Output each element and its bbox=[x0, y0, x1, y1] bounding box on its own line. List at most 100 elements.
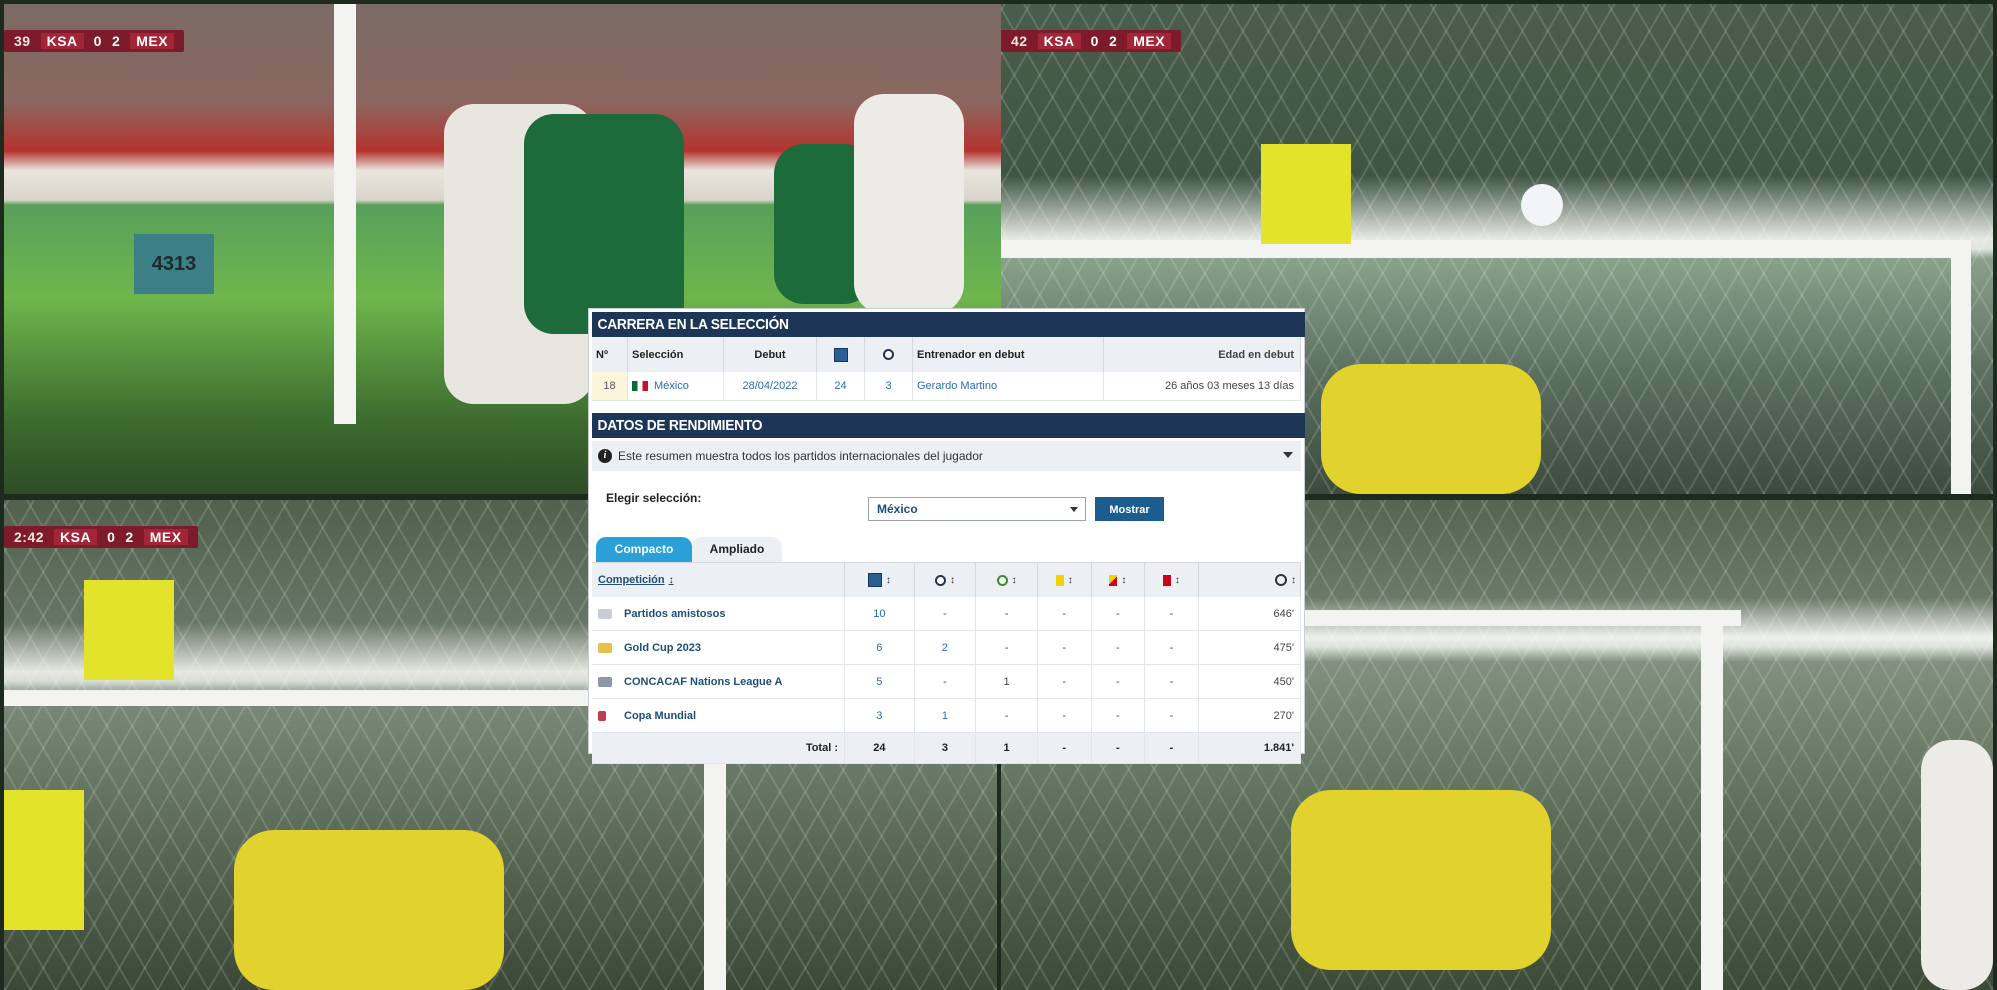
ball bbox=[1521, 184, 1563, 226]
world-cup-icon bbox=[598, 710, 606, 721]
team-select-value: México bbox=[877, 502, 918, 516]
red-cell: - bbox=[1144, 630, 1199, 665]
sort-icon: ↕ bbox=[1067, 575, 1073, 586]
total-matches: 24 bbox=[844, 732, 915, 764]
steward: 4313 bbox=[134, 234, 214, 294]
career-team-name: México bbox=[654, 380, 689, 392]
matches-cell[interactable]: 5 bbox=[844, 664, 915, 699]
career-team-link[interactable]: México bbox=[627, 372, 724, 401]
goals-cell[interactable]: 2 bbox=[914, 630, 977, 665]
team-select[interactable]: México bbox=[868, 497, 1086, 521]
steward bbox=[1261, 144, 1351, 244]
career-coach-link[interactable]: Gerardo Martino bbox=[912, 372, 1104, 401]
matches-cell[interactable]: 6 bbox=[844, 630, 915, 665]
minutes-cell: 270' bbox=[1198, 698, 1302, 733]
away-score: 2 bbox=[1108, 33, 1118, 49]
total-row: Total : 24 3 1 - - - 1.841' bbox=[592, 732, 1302, 764]
mexico-player bbox=[524, 114, 684, 334]
away-score: 2 bbox=[111, 33, 121, 49]
minutes-cell: 646' bbox=[1198, 597, 1302, 631]
show-button[interactable]: Mostrar bbox=[1095, 497, 1164, 521]
goals-icon bbox=[883, 349, 894, 361]
col-assists-sort[interactable]: ↕ bbox=[975, 563, 1038, 597]
match-time: 42 bbox=[1011, 33, 1028, 49]
total-goals: 3 bbox=[914, 732, 977, 764]
second-yellow-cell: - bbox=[1091, 597, 1146, 631]
crossbar bbox=[1001, 240, 1971, 258]
goals-cell: - bbox=[914, 597, 977, 631]
yellow-cell: - bbox=[1037, 664, 1092, 699]
yellow-cell: - bbox=[1037, 698, 1092, 733]
away-team: MEX bbox=[143, 529, 188, 545]
performance-info-text: Este resumen muestra todos los partidos … bbox=[618, 449, 983, 463]
yellow-cell: - bbox=[1037, 597, 1092, 631]
goal-post bbox=[334, 4, 356, 424]
competition-link[interactable]: Gold Cup 2023 bbox=[592, 630, 845, 665]
competition-link[interactable]: CONCACAF Nations League A bbox=[592, 664, 845, 699]
total-assists: 1 bbox=[975, 732, 1038, 764]
competition-link[interactable]: Partidos amistosos bbox=[592, 597, 845, 631]
crossbar bbox=[1301, 610, 1741, 626]
col-goals bbox=[864, 337, 913, 372]
col-number: Nº bbox=[592, 337, 628, 372]
col-matches-sort[interactable]: ↕ bbox=[844, 563, 915, 597]
goals-cell[interactable]: 1 bbox=[914, 698, 977, 733]
competition-link[interactable]: Copa Mundial bbox=[592, 698, 845, 733]
steward bbox=[84, 580, 174, 680]
competition-name: Gold Cup 2023 bbox=[624, 641, 702, 654]
table-row: Copa Mundial 3 1 - - - - 270' bbox=[592, 698, 1302, 733]
col-yellow-sort[interactable]: ↕ bbox=[1037, 563, 1092, 597]
goalkeeper bbox=[234, 830, 504, 990]
performance-info-bar[interactable]: i Este resumen muestra todos los partido… bbox=[592, 441, 1301, 471]
home-team: KSA bbox=[54, 529, 98, 545]
gold-cup-icon bbox=[598, 642, 612, 653]
yellow-cell: - bbox=[1037, 630, 1092, 665]
col-competition[interactable]: Competición ↕ bbox=[592, 563, 845, 597]
steward bbox=[4, 790, 84, 930]
matches-cell[interactable]: 10 bbox=[844, 597, 915, 631]
minutes-cell: 475' bbox=[1198, 630, 1302, 665]
career-matches[interactable]: 24 bbox=[816, 372, 865, 401]
total-second-yellow: - bbox=[1091, 732, 1146, 764]
sort-icon: ↕ bbox=[1291, 574, 1296, 586]
career-debut-link[interactable]: 28/04/2022 bbox=[723, 372, 817, 401]
home-score: 0 bbox=[93, 33, 102, 49]
second-yellow-card-icon bbox=[1109, 574, 1118, 586]
total-red: - bbox=[1144, 732, 1199, 764]
career-age: 26 años 03 meses 13 días bbox=[1103, 372, 1301, 401]
career-row: 18 México 28/04/2022 24 3 Gerardo Martin… bbox=[592, 372, 1301, 401]
col-age: Edad en debut bbox=[1103, 337, 1301, 372]
assists-cell: - bbox=[975, 597, 1038, 631]
goal-post bbox=[1701, 610, 1723, 990]
sort-icon: ↕ bbox=[885, 574, 891, 586]
col-second-yellow-sort[interactable]: ↕ bbox=[1091, 563, 1146, 597]
career-goals[interactable]: 3 bbox=[864, 372, 913, 401]
match-time: 39 bbox=[14, 33, 31, 49]
stadium-marking: 4313 bbox=[151, 253, 197, 275]
caret-down-icon[interactable] bbox=[1283, 452, 1293, 458]
second-yellow-cell: - bbox=[1091, 664, 1146, 699]
career-table: Nº Selección Debut Entrenador en debut E… bbox=[592, 337, 1301, 401]
sort-icon: ↕ bbox=[949, 575, 955, 586]
col-matches bbox=[816, 337, 865, 372]
matches-cell[interactable]: 3 bbox=[844, 698, 915, 733]
player-stats-panel: CARRERA EN LA SELECCIÓN Nº Selección Deb… bbox=[588, 308, 1306, 764]
col-minutes-sort[interactable]: ↕ bbox=[1198, 563, 1302, 597]
red-cell: - bbox=[1144, 597, 1199, 631]
goals-cell: - bbox=[914, 664, 977, 699]
career-number: 18 bbox=[592, 372, 628, 401]
team-select-row: Elegir selección: México Mostrar bbox=[592, 471, 1301, 533]
mexico-flag-icon bbox=[632, 381, 648, 392]
col-goals-sort[interactable]: ↕ bbox=[914, 563, 977, 597]
scoreboard: 39 KSA 0 2 MEX bbox=[4, 30, 185, 52]
assists-cell: - bbox=[975, 698, 1038, 733]
col-red-sort[interactable]: ↕ bbox=[1144, 563, 1199, 597]
total-yellow: - bbox=[1037, 732, 1092, 764]
col-coach: Entrenador en debut bbox=[912, 337, 1104, 372]
total-label: Total : bbox=[592, 732, 845, 764]
tab-ampliado[interactable]: Ampliado bbox=[692, 537, 782, 562]
tab-compacto[interactable]: Compacto bbox=[596, 537, 692, 562]
matches-icon bbox=[867, 573, 882, 587]
info-icon: i bbox=[598, 449, 612, 463]
table-row: CONCACAF Nations League A 5 - 1 - - - 45… bbox=[592, 664, 1302, 699]
